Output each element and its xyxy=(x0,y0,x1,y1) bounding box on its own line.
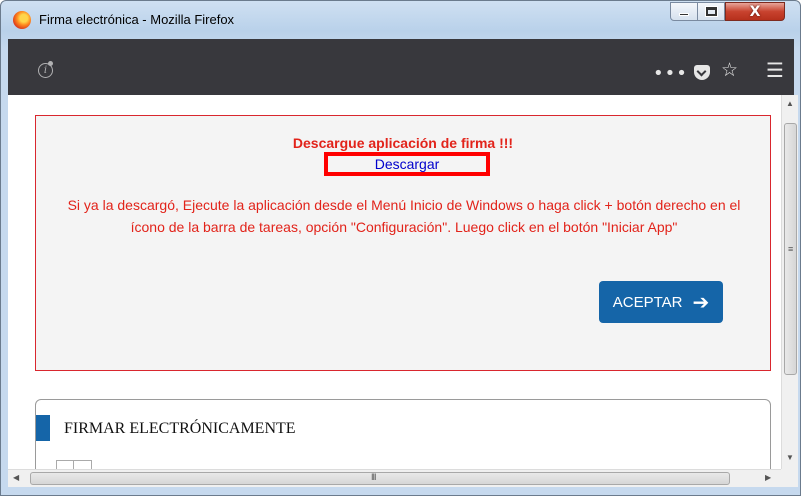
window-title: Firma electrónica - Mozilla Firefox xyxy=(39,12,235,27)
bookmark-star-icon[interactable]: ☆ xyxy=(721,59,738,81)
arrow-right-icon: ➔ xyxy=(692,290,710,314)
info-badge-icon xyxy=(48,61,53,66)
close-button[interactable]: X xyxy=(725,2,785,21)
maximize-button[interactable] xyxy=(698,2,725,21)
title-bar: Firma electrónica - Mozilla Firefox X xyxy=(1,1,800,37)
more-actions-icon[interactable]: ••• xyxy=(653,63,688,84)
scroll-left-icon[interactable]: ◀ xyxy=(13,473,19,482)
dialog-title: Descargue aplicación de firma !!! xyxy=(292,135,514,151)
browser-toolbar: i ••• ☆ ☰ xyxy=(8,39,794,95)
panel-accent-bar xyxy=(36,415,50,441)
minimize-icon xyxy=(679,13,689,16)
scroll-up-icon[interactable]: ▲ xyxy=(786,99,794,108)
pocket-icon[interactable] xyxy=(694,65,710,80)
minimize-button[interactable] xyxy=(670,2,698,21)
sign-panel-title: FIRMAR ELECTRÓNICAMENTE xyxy=(64,420,296,437)
scroll-down-icon[interactable]: ▼ xyxy=(786,453,794,462)
firefox-logo-icon xyxy=(13,11,31,29)
accept-button[interactable]: ACEPTAR ➔ xyxy=(599,281,723,323)
download-link[interactable]: Descargar xyxy=(324,152,490,176)
grip-icon: ≡ xyxy=(788,244,794,254)
page-content: Descargue aplicación de firma !!! Descar… xyxy=(8,95,781,469)
download-dialog: Descargue aplicación de firma !!! Descar… xyxy=(35,115,771,371)
browser-window: Firma electrónica - Mozilla Firefox X i … xyxy=(0,0,801,496)
dialog-message: Si ya la descargó, Ejecute la aplicación… xyxy=(67,197,741,235)
sign-panel: FIRMAR ELECTRÓNICAMENTE xyxy=(35,399,771,469)
horizontal-scroll-thumb[interactable]: III xyxy=(30,472,730,485)
grip-icon: III xyxy=(371,472,376,482)
hamburger-menu-icon[interactable]: ☰ xyxy=(766,58,784,82)
close-icon: X xyxy=(749,3,761,20)
vertical-scroll-thumb[interactable]: ≡ xyxy=(784,123,797,375)
sign-panel-control[interactable] xyxy=(56,460,92,469)
vertical-scrollbar[interactable]: ▲ ≡ ▼ xyxy=(781,95,798,469)
horizontal-scrollbar[interactable]: ◀ III ▶ xyxy=(8,469,781,487)
accept-button-label: ACEPTAR xyxy=(612,293,683,311)
maximize-icon xyxy=(704,6,718,17)
scroll-right-icon[interactable]: ▶ xyxy=(765,473,771,482)
scrollbar-corner xyxy=(781,469,798,487)
